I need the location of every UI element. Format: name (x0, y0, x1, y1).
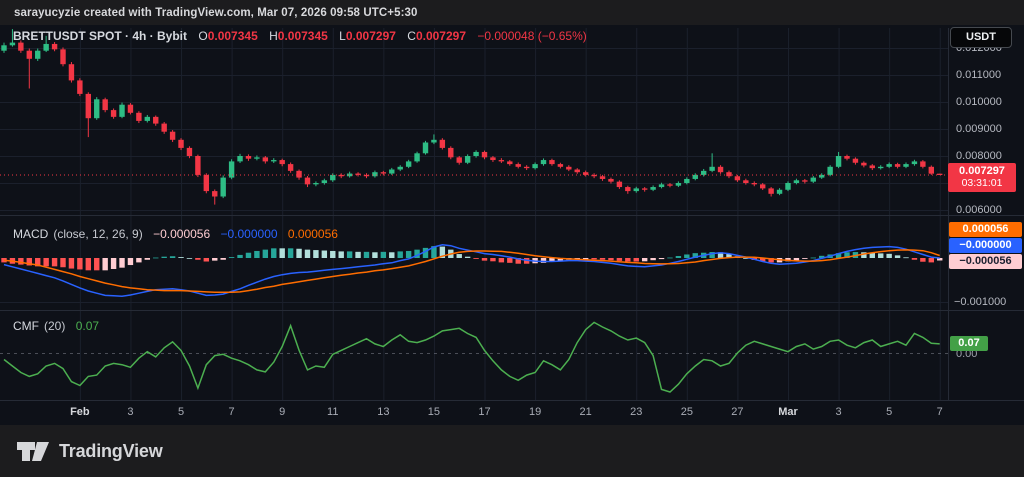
price-scale-label: 0.010000 (956, 96, 1002, 108)
ohlc-open-value: 0.007345 (208, 29, 258, 43)
cmf-params: (20) (44, 319, 65, 333)
tradingview-snapshot: sarayucyzie created with TradingView.com… (0, 0, 1024, 477)
cmf-value-badge: 0.07 (950, 336, 988, 351)
attribution-bar: sarayucyzie created with TradingView.com… (0, 0, 1024, 25)
time-axis-label: 7 (923, 406, 957, 418)
ohlc-high-label: H (269, 29, 278, 43)
macd-params: (close, 12, 26, 9) (53, 227, 142, 241)
time-axis-label: 19 (518, 406, 552, 418)
macd-value-badge: −0.000000 (949, 238, 1022, 253)
time-axis-label: 5 (872, 406, 906, 418)
time-axis-label: 13 (366, 406, 400, 418)
chart-canvas[interactable] (0, 25, 1024, 425)
cmf-legend[interactable]: CMF (20) 0.07 (13, 319, 99, 333)
last-price-badge: 0.007297 03:31:01 (948, 163, 1016, 192)
currency-unit-button[interactable]: USDT (950, 27, 1012, 48)
price-scale-label: 0.011000 (956, 69, 1001, 81)
price-scale-label: 0.009000 (956, 123, 1002, 135)
bar-countdown: 03:31:01 (948, 177, 1016, 189)
ohlc-low-label: L (339, 29, 346, 43)
tradingview-logo-text: TradingView (59, 441, 163, 462)
chart-area[interactable]: BRETTUSDT SPOT · 4h · Bybit O0.007345 H0… (0, 25, 1024, 425)
time-axis-label: 5 (164, 406, 198, 418)
macd-signal-value: 0.000056 (288, 227, 338, 241)
time-axis-label: 25 (670, 406, 704, 418)
tradingview-logo-icon (16, 439, 50, 463)
time-axis-label: 11 (316, 406, 350, 418)
ohlc-high-value: 0.007345 (278, 29, 328, 43)
price-scale-label: 0.008000 (956, 150, 1002, 162)
tradingview-logo[interactable]: TradingView (16, 439, 163, 463)
cmf-value: 0.07 (76, 319, 99, 333)
macd-histogram-value: −0.000056 (153, 227, 210, 241)
footer-bar: TradingView (0, 425, 1024, 477)
time-axis-label: 21 (569, 406, 603, 418)
time-axis-label: Mar (771, 406, 805, 418)
ohlc-low-value: 0.007297 (346, 29, 396, 43)
price-scale-label: 0.006000 (956, 204, 1002, 216)
ohlc-open-label: O (198, 29, 207, 43)
macd-title[interactable]: MACD (13, 227, 48, 241)
time-axis-label: 7 (215, 406, 249, 418)
ohlc-close-label: C (407, 29, 416, 43)
macd-value-badge: 0.000056 (949, 222, 1022, 237)
macd-grid-label: −0.001000 (954, 296, 1006, 308)
time-axis-label: 15 (417, 406, 451, 418)
cmf-title[interactable]: CMF (13, 319, 39, 333)
ohlc-close-value: 0.007297 (416, 29, 466, 43)
symbol-title[interactable]: BRETTUSDT SPOT · 4h · Bybit (13, 29, 187, 43)
time-axis-label: Feb (63, 406, 97, 418)
time-axis-label: 27 (720, 406, 754, 418)
time-axis-label: 3 (113, 406, 147, 418)
price-change: −0.000048 (−0.65%) (477, 29, 586, 43)
macd-line-value: −0.000000 (220, 227, 277, 241)
symbol-legend[interactable]: BRETTUSDT SPOT · 4h · Bybit O0.007345 H0… (13, 29, 587, 43)
last-price-value: 0.007297 (948, 165, 1016, 177)
macd-legend[interactable]: MACD (close, 12, 26, 9) −0.000056 −0.0000… (13, 227, 338, 241)
macd-value-badge: −0.000056 (949, 254, 1022, 269)
attribution-text: sarayucyzie created with TradingView.com… (14, 7, 418, 19)
time-axis-label: 17 (468, 406, 502, 418)
time-axis-label: 23 (619, 406, 653, 418)
time-axis-label: 3 (822, 406, 856, 418)
time-axis-label: 9 (265, 406, 299, 418)
